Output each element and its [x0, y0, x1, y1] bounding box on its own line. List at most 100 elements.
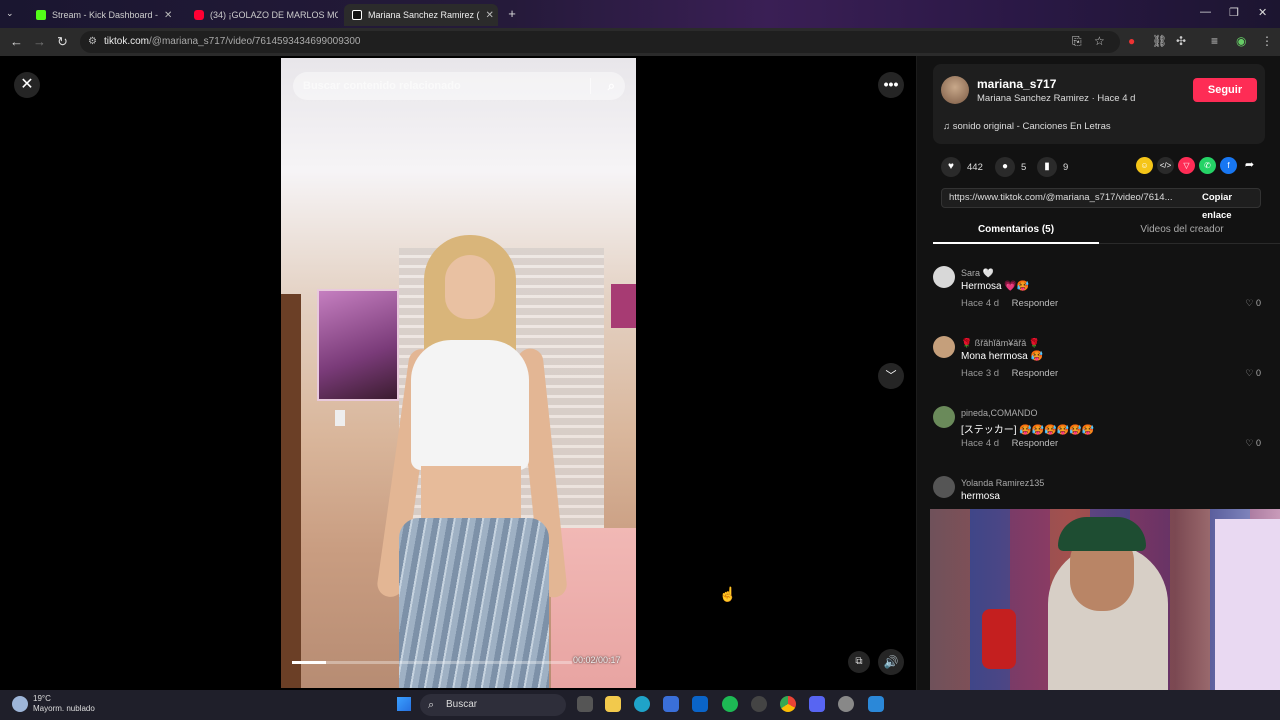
send-icon[interactable]: ▽ [1178, 157, 1195, 174]
link-icon[interactable]: ⛓ [1152, 34, 1167, 48]
creator-avatar[interactable] [941, 76, 969, 104]
bookmark-icon[interactable]: ▮ [1037, 157, 1057, 177]
close-tab-icon[interactable]: ✕ [164, 10, 172, 21]
chrome-icon[interactable] [780, 696, 796, 712]
close-video-button[interactable]: ✕ [14, 72, 40, 98]
save-count: 9 [1063, 161, 1069, 173]
commenter-avatar[interactable] [933, 476, 955, 498]
search-placeholder: Buscar contenido relacionado [303, 80, 461, 92]
tab-tiktok[interactable]: Mariana Sanchez Ramirez ( ✕ [344, 4, 498, 26]
browser-tab-strip: ⌄ Stream - Kick Dashboard - ✕ (34) ¡GOLA… [0, 0, 1280, 28]
comment-icon[interactable]: ● [995, 157, 1015, 177]
comment-like[interactable]: ♡ 0 [1245, 438, 1261, 449]
media-control-icon[interactable]: ≡ [1211, 34, 1218, 48]
comment-count: 5 [1021, 161, 1027, 173]
tab-comments[interactable]: Comentarios (5) [933, 224, 1099, 244]
comment-meta: Hace 4 d Responder [961, 438, 1058, 449]
like-count: 442 [967, 161, 983, 173]
taskbar-search[interactable]: ⌕ Buscar [420, 694, 566, 716]
commenter-avatar[interactable] [933, 336, 955, 358]
floating-player-icon[interactable]: ⧉ [848, 651, 870, 673]
extension-red-icon[interactable]: ● [1128, 34, 1135, 48]
heart-outline-icon[interactable]: ♡ [1245, 368, 1253, 378]
extensions-puzzle-icon[interactable]: ✣ [1176, 34, 1186, 48]
embed-icon[interactable]: </> [1157, 157, 1174, 174]
creator-username[interactable]: mariana_s717 [977, 77, 1056, 91]
search-icon[interactable]: ⌕ [608, 72, 615, 100]
music-link[interactable]: ♫ sonido original - Canciones En Letras [943, 121, 1111, 132]
search-divider [590, 78, 591, 94]
commenter-avatar[interactable] [933, 406, 955, 428]
music-title: sonido original - Canciones En Letras [952, 121, 1111, 132]
profile-icon[interactable]: ◉ [1236, 34, 1246, 48]
spotify-icon[interactable] [722, 696, 738, 712]
browser-menu-icon[interactable]: ⋮ [1261, 34, 1273, 48]
video-progress-bar[interactable] [292, 661, 572, 664]
maximize-icon[interactable]: ❐ [1229, 6, 1239, 19]
discord-icon[interactable] [809, 696, 825, 712]
heart-outline-icon[interactable]: ♡ [1245, 438, 1253, 448]
next-video-button[interactable]: ﹀ [878, 363, 904, 389]
comment-time: Hace 3 d [961, 368, 1000, 379]
heart-outline-icon[interactable]: ♡ [1245, 298, 1253, 308]
edge-icon[interactable] [634, 696, 650, 712]
commenter-avatar[interactable] [933, 266, 955, 288]
follow-button[interactable]: Seguir [1193, 78, 1257, 102]
more-options-button[interactable]: ••• [878, 72, 904, 98]
outlook-icon[interactable] [692, 696, 708, 712]
close-tab-icon[interactable]: ✕ [486, 10, 494, 21]
related-search-input[interactable]: Buscar contenido relacionado ⌕ [293, 72, 625, 100]
comment-meta: Hace 3 d Responder [961, 368, 1058, 379]
obs-icon[interactable] [751, 696, 767, 712]
site-info-icon[interactable]: ⚙ [88, 31, 97, 53]
file-explorer-icon[interactable] [605, 696, 621, 712]
store-icon[interactable] [663, 696, 679, 712]
share-emoji-icon[interactable]: ☺ [1136, 157, 1153, 174]
comment-username[interactable]: pineda,COMANDO [961, 408, 1038, 418]
comment-username[interactable]: 🌹 ßřǎhĭǎm¥ǎřǎ 🌹 [961, 338, 1040, 349]
tab-youtube[interactable]: (34) ¡GOLAZO DE MARLOS MO ✕ [186, 4, 338, 26]
video-figure-top [411, 340, 529, 470]
facebook-icon[interactable]: f [1220, 157, 1237, 174]
window-close-icon[interactable]: ✕ [1258, 6, 1267, 19]
forward-icon[interactable]: → [33, 34, 46, 49]
settings-gear-icon[interactable] [838, 696, 854, 712]
share-link-field[interactable]: https://www.tiktok.com/@mariana_s717/vid… [941, 188, 1261, 221]
back-icon[interactable]: ← [10, 34, 23, 49]
reload-icon[interactable]: ↻ [57, 34, 68, 50]
install-app-icon[interactable]: ⎘ [1072, 34, 1082, 49]
address-bar[interactable]: ⚙ tiktok.com/@mariana_s717/video/7614593… [80, 31, 1120, 53]
comment-stat[interactable]: ● 5 [995, 157, 1026, 177]
reply-button[interactable]: Responder [1012, 298, 1058, 309]
video-player[interactable]: Buscar contenido relacionado ⌕ 00:02/00:… [281, 58, 636, 688]
comment-meta: Hace 4 d Responder [961, 298, 1058, 309]
webcam-person-cap [1058, 517, 1146, 551]
comment-time: Hace 4 d [961, 298, 1000, 309]
new-tab-button[interactable]: + [504, 6, 520, 22]
minimize-icon[interactable]: — [1200, 6, 1211, 18]
whatsapp-icon[interactable]: ✆ [1199, 157, 1216, 174]
volume-icon[interactable]: 🔊 [878, 649, 904, 675]
bookmark-star-icon[interactable]: ☆ [1094, 34, 1105, 48]
comment-like[interactable]: ♡ 0 [1245, 298, 1261, 309]
app-icon[interactable] [868, 696, 884, 712]
share-link-text: https://www.tiktok.com/@mariana_s717/vid… [949, 192, 1173, 203]
comment-username[interactable]: Yolanda Ramirez135 [961, 478, 1044, 488]
comment-username[interactable]: Sara 🤍 [961, 268, 994, 279]
tab-kick-dashboard[interactable]: Stream - Kick Dashboard - ✕ [28, 4, 178, 26]
comment-like-count: 0 [1255, 368, 1261, 378]
comment-like[interactable]: ♡ 0 [1245, 368, 1261, 379]
task-view-icon[interactable] [577, 696, 593, 712]
like-stat[interactable]: ♥ 442 [941, 157, 983, 177]
heart-icon[interactable]: ♥ [941, 157, 961, 177]
reply-button[interactable]: Responder [1012, 368, 1058, 379]
streamer-webcam-overlay [930, 509, 1280, 690]
share-arrow-icon[interactable]: ➦ [1241, 157, 1258, 174]
windows-start-icon[interactable] [397, 697, 411, 711]
save-stat[interactable]: ▮ 9 [1037, 157, 1068, 177]
mouse-cursor-icon: ☝ [719, 586, 737, 602]
video-progress-fill [292, 661, 326, 664]
tab-creator-videos[interactable]: Videos del creador [1099, 224, 1265, 235]
tab-list-icon[interactable]: ⌄ [6, 8, 14, 19]
reply-button[interactable]: Responder [1012, 438, 1058, 449]
